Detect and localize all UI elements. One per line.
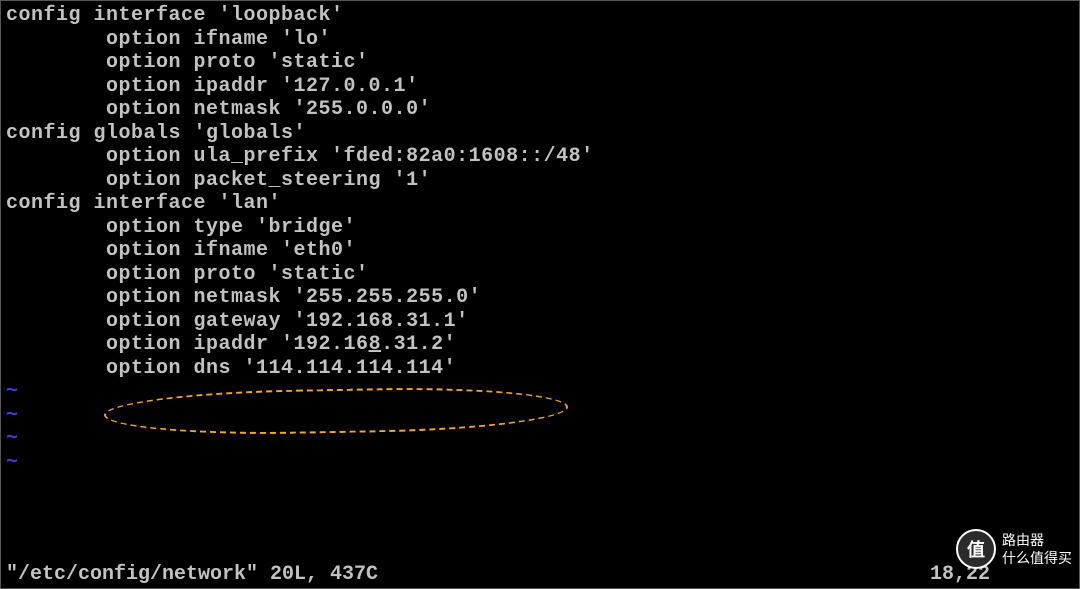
config-line: option packet_steering '1' [6, 169, 1074, 193]
config-line: option netmask '255.0.0.0' [6, 98, 1074, 122]
config-line: option ipaddr '192.168.31.2' [6, 333, 1074, 357]
config-line: option proto 'static' [6, 263, 1074, 287]
watermark: 值 路由器 什么值得买 [956, 529, 1072, 569]
empty-line-tilde: ~ [6, 451, 1074, 475]
config-line: option proto 'static' [6, 51, 1074, 75]
empty-line-tilde: ~ [6, 427, 1074, 451]
config-line: option netmask '255.255.255.0' [6, 286, 1074, 310]
terminal-window[interactable]: config interface 'loopback' option ifnam… [0, 0, 1080, 589]
empty-lines: ~~~~ [6, 380, 1074, 474]
empty-line-tilde: ~ [6, 404, 1074, 428]
empty-line-tilde: ~ [6, 380, 1074, 404]
config-line: option ula_prefix 'fded:82a0:1608::/48' [6, 145, 1074, 169]
cursor: 8 [369, 333, 382, 356]
file-content: config interface 'loopback' option ifnam… [6, 4, 1074, 380]
config-line: option ifname 'lo' [6, 28, 1074, 52]
vim-status-bar: "/etc/config/network" 20L, 437C 18,22 [0, 563, 1080, 589]
config-line: option type 'bridge' [6, 216, 1074, 240]
config-line: config interface 'lan' [6, 192, 1074, 216]
watermark-badge-icon: 值 [956, 529, 996, 569]
config-line: option ipaddr '127.0.0.1' [6, 75, 1074, 99]
watermark-line1: 路由器 [1002, 531, 1072, 549]
config-line: option dns '114.114.114.114' [6, 357, 1074, 381]
watermark-text: 路由器 什么值得买 [1002, 531, 1072, 567]
watermark-line2: 什么值得买 [1002, 549, 1072, 567]
config-line: option gateway '192.168.31.1' [6, 310, 1074, 334]
config-line: config interface 'loopback' [6, 4, 1074, 28]
config-line: option ifname 'eth0' [6, 239, 1074, 263]
status-file-info: "/etc/config/network" 20L, 437C [6, 563, 378, 587]
config-line: config globals 'globals' [6, 122, 1074, 146]
